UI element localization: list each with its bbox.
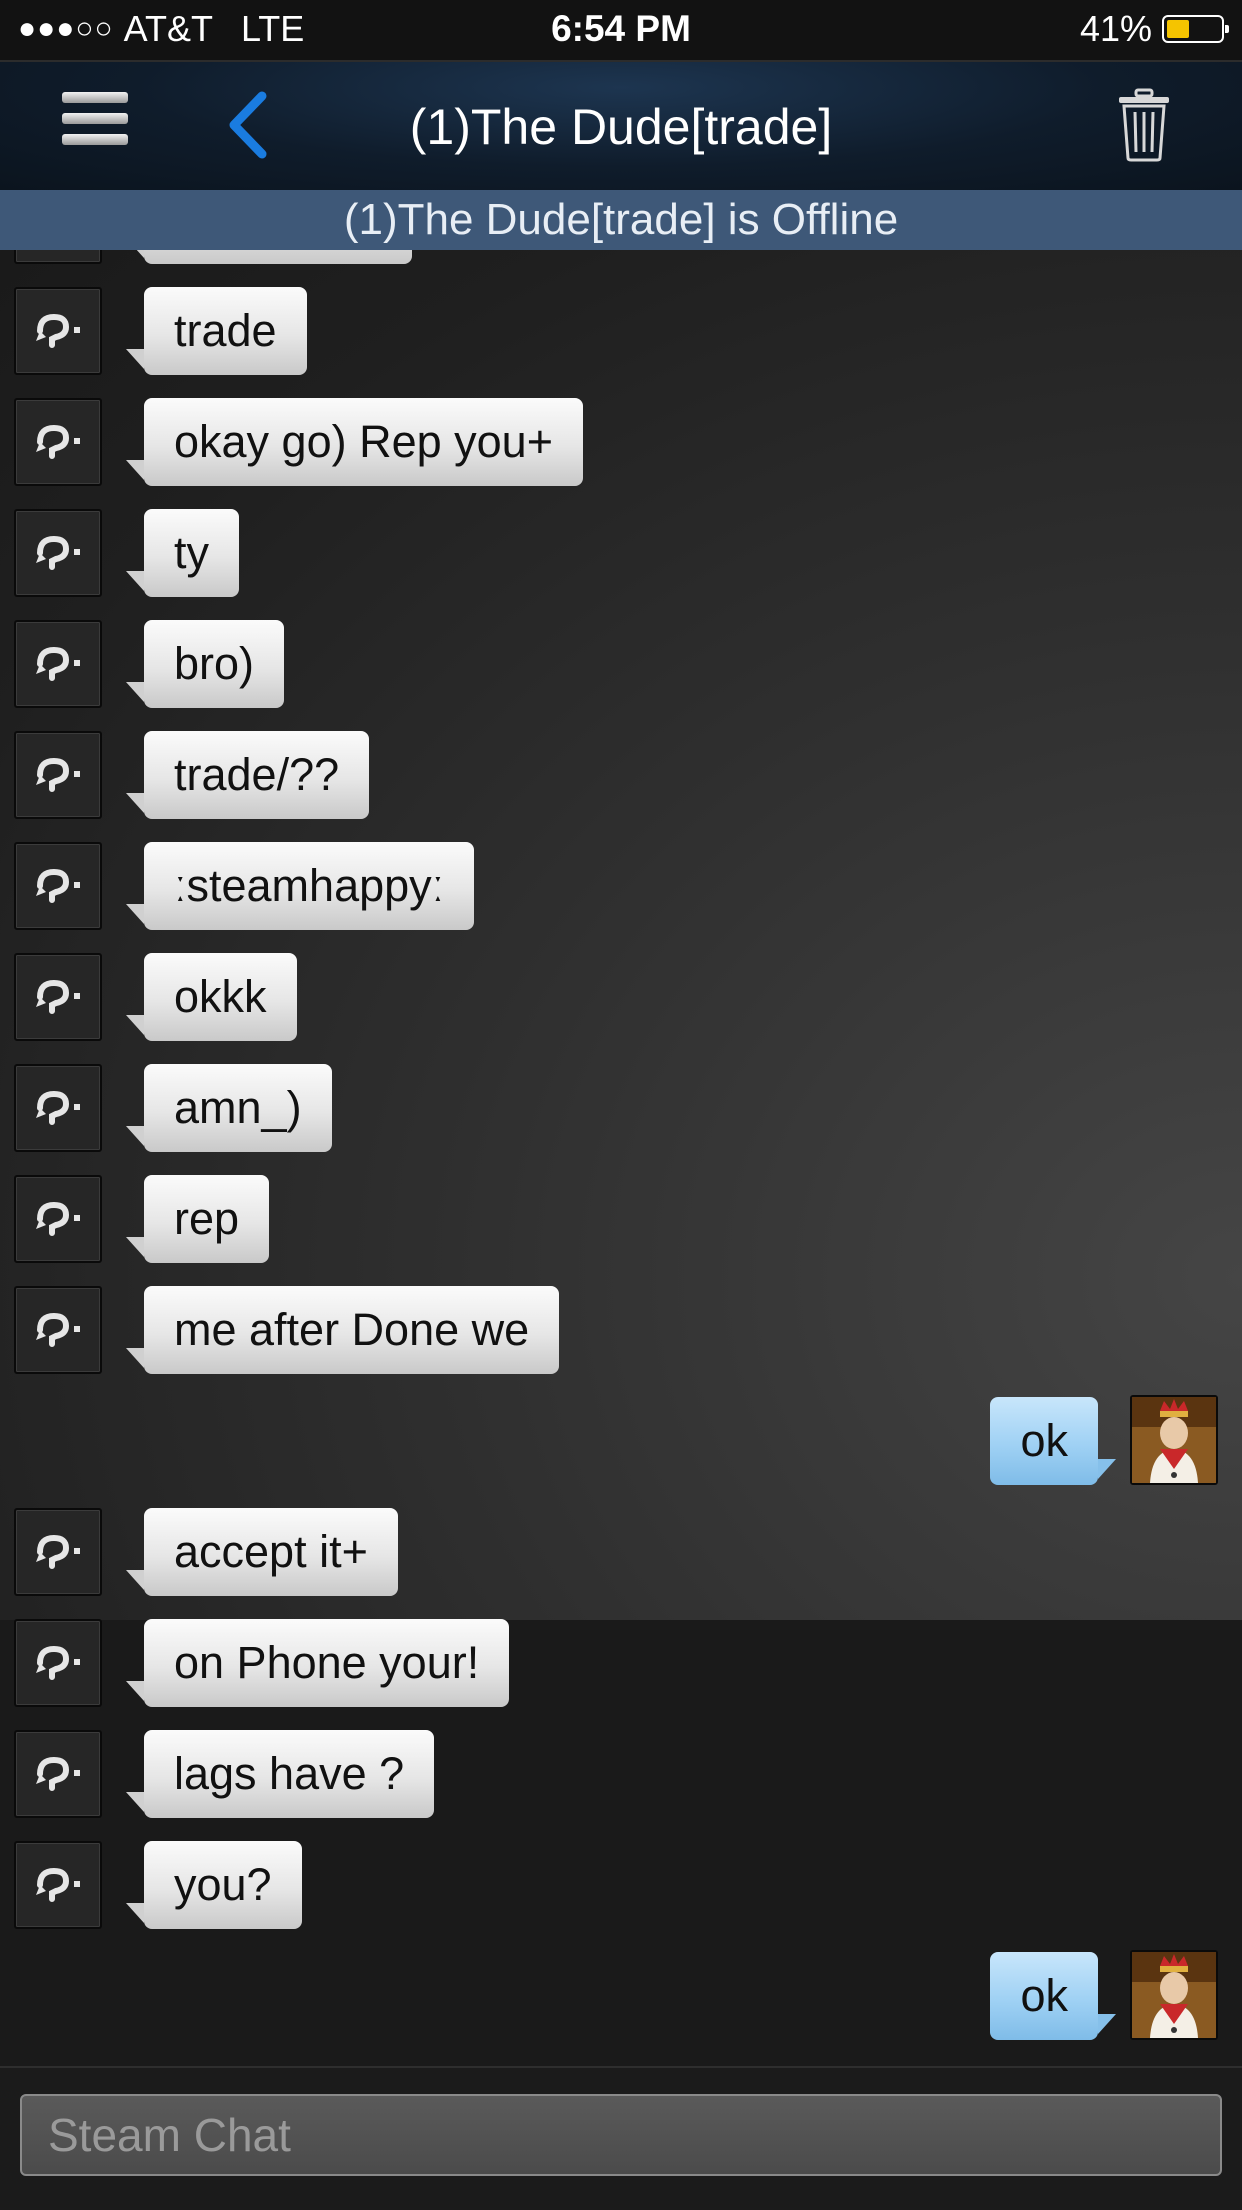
unknown-avatar-icon[interactable] <box>14 1508 102 1596</box>
message-bubble[interactable]: bro) <box>125 620 285 708</box>
message-bubble[interactable]: lags have ? <box>125 1730 435 1818</box>
message-row-incoming: rep <box>0 1175 1242 1263</box>
unknown-avatar-icon[interactable] <box>14 1286 102 1374</box>
message-row-incoming: you? <box>0 1841 1242 1929</box>
conversation-title: (1)The Dude[trade] <box>409 99 833 155</box>
chevron-left-icon[interactable] <box>222 90 272 160</box>
unknown-avatar-icon[interactable] <box>14 953 102 1041</box>
trash-icon[interactable] <box>1116 88 1172 162</box>
unknown-avatar-icon[interactable] <box>14 1730 102 1818</box>
message-row-incoming: lags have ? <box>0 1730 1242 1818</box>
unknown-avatar-icon[interactable] <box>14 1175 102 1263</box>
message-bubble[interactable]: amn_) <box>126 1064 332 1152</box>
unknown-avatar-icon[interactable] <box>14 1619 102 1707</box>
nav-bar: (1)The Dude[trade] <box>0 62 1242 192</box>
message-row-incoming: and we go <box>0 250 1242 264</box>
unknown-avatar-icon[interactable] <box>14 1841 102 1929</box>
unknown-avatar-icon[interactable] <box>14 842 102 930</box>
offline-banner: (1)The Dude[trade] is Offline <box>0 190 1242 250</box>
hamburger-icon[interactable] <box>62 92 128 152</box>
clock: 6:54 PM <box>551 8 691 49</box>
unknown-avatar-icon[interactable] <box>14 509 102 597</box>
unknown-avatar-icon[interactable] <box>14 1064 102 1152</box>
message-bubble[interactable]: rep <box>125 1175 270 1263</box>
status-bar: ●●●○○ AT&T LTE 6:54 PM 41% <box>0 0 1242 62</box>
message-row-incoming: okkk <box>0 953 1242 1041</box>
message-bubble[interactable]: trade/?? <box>125 731 370 819</box>
message-bubble[interactable]: ok <box>990 1397 1116 1485</box>
unknown-avatar-icon[interactable] <box>14 287 102 375</box>
message-row-incoming: accept it+ <box>0 1508 1242 1596</box>
message-bubble[interactable]: and we go <box>126 250 412 264</box>
unknown-avatar-icon[interactable] <box>14 620 102 708</box>
message-row-incoming: ty <box>0 509 1242 597</box>
unknown-avatar-icon[interactable] <box>14 398 102 486</box>
user-avatar[interactable] <box>1130 1395 1218 1485</box>
message-bubble[interactable]: you? <box>126 1841 302 1929</box>
input-bar <box>0 2066 1242 2210</box>
chat-input[interactable] <box>20 2094 1222 2176</box>
message-row-incoming: amn_) <box>0 1064 1242 1152</box>
message-row-incoming: on Phone your! <box>0 1619 1242 1707</box>
message-row-outgoing: ok <box>0 1395 1242 1485</box>
unknown-avatar-icon[interactable] <box>14 250 102 264</box>
message-bubble[interactable]: me after Done we <box>125 1286 560 1374</box>
user-avatar[interactable] <box>1130 1950 1218 2040</box>
chat-message-list[interactable]: and we go trade okay go) Rep you+ ty bro) tra… <box>0 250 1242 2066</box>
message-bubble[interactable]: okkk <box>126 953 297 1041</box>
message-bubble[interactable]: accept it+ <box>126 1508 398 1596</box>
message-bubble[interactable]: ːsteamhappyː <box>125 842 475 930</box>
message-bubble[interactable]: okay go) Rep you+ <box>126 398 583 486</box>
message-bubble[interactable]: trade <box>126 287 307 375</box>
message-row-incoming: me after Done we <box>0 1286 1242 1374</box>
message-bubble[interactable]: ty <box>125 509 240 597</box>
battery-fill <box>1167 20 1189 38</box>
message-row-outgoing: ok <box>0 1950 1242 2040</box>
battery-percent: 41% <box>1079 8 1152 49</box>
message-row-incoming: ːsteamhappyː <box>0 842 1242 930</box>
message-bubble[interactable]: on Phone your! <box>125 1619 510 1707</box>
status-right: 41% <box>1079 8 1229 50</box>
message-row-incoming: trade <box>0 287 1242 375</box>
message-bubble[interactable]: ok <box>990 1952 1116 2040</box>
message-row-incoming: okay go) Rep you+ <box>0 398 1242 486</box>
unknown-avatar-icon[interactable] <box>14 731 102 819</box>
message-row-incoming: bro) <box>0 620 1242 708</box>
message-row-incoming: trade/?? <box>0 731 1242 819</box>
battery-icon <box>1162 15 1229 43</box>
